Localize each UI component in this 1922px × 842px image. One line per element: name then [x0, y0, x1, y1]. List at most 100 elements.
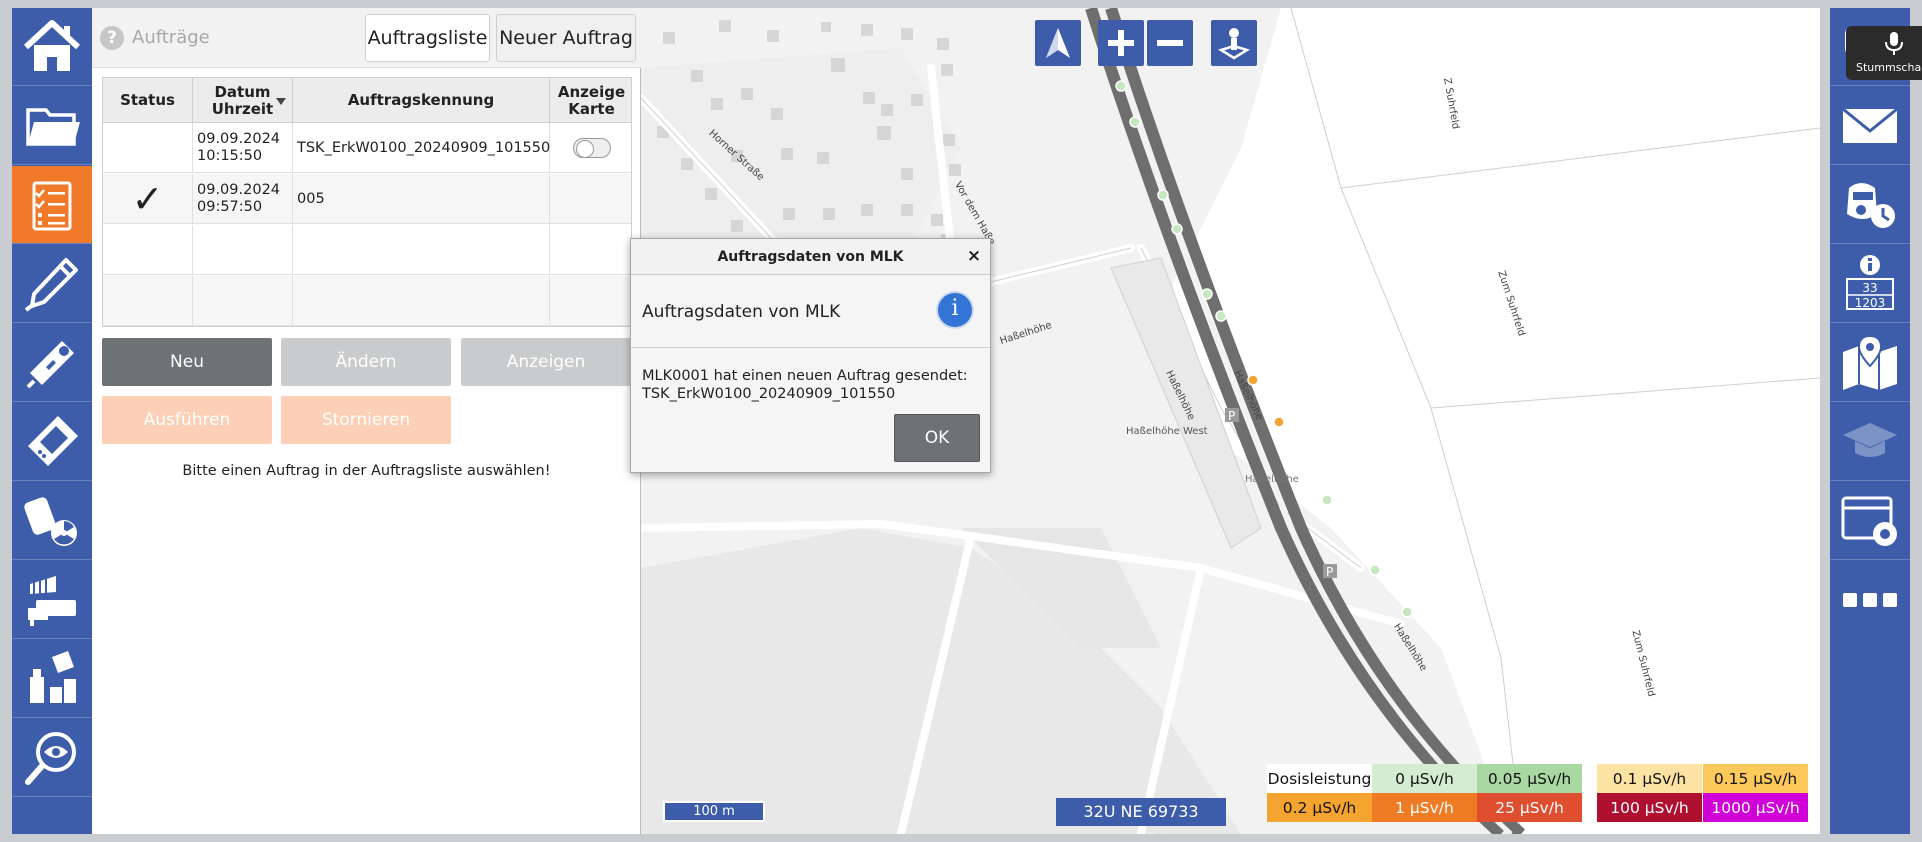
street-label: Haßelhöhe West	[1126, 426, 1208, 437]
north-arrow-button[interactable]	[1035, 20, 1081, 66]
row-date: 09.09.2024	[197, 131, 281, 147]
dialog-message-line1: MLK0001 hat einen neuen Auftrag gesendet…	[642, 368, 968, 384]
tab-order-list[interactable]: Auftragsliste	[365, 14, 490, 62]
panel-header: ? Aufträge Auftragsliste Neuer Auftrag	[92, 8, 641, 68]
sidebar-settings[interactable]	[1830, 482, 1910, 560]
col-show-map-line2: Karte	[568, 99, 615, 118]
map-coordinate: 32U NE 69733 09976	[1056, 798, 1226, 834]
microphone-icon	[1885, 32, 1903, 55]
street-label: Haßelhöhe	[1245, 474, 1299, 485]
locate-button[interactable]	[1211, 20, 1257, 66]
sidebar-home[interactable]	[12, 8, 92, 86]
row-map-cell	[550, 123, 631, 173]
edit-button[interactable]: Ändern	[281, 338, 451, 386]
row-map-cell	[550, 174, 631, 224]
sidebar-map[interactable]	[1830, 324, 1910, 402]
sidebar-vehicle-time[interactable]	[1830, 166, 1910, 244]
table-row[interactable]: ✓ 09.09.2024 09:57:50 005	[103, 174, 631, 224]
close-icon[interactable]: ×	[965, 247, 983, 265]
table-header: Status Datum Uhrzeit Auftragskennung Anz…	[103, 78, 631, 123]
col-status[interactable]: Status	[103, 78, 193, 123]
sample-bottles-icon	[30, 650, 76, 703]
row-order-id: TSK_ErkW0100_20240909_101550	[293, 123, 550, 173]
training-cap-icon	[1843, 422, 1897, 457]
order-table: Status Datum Uhrzeit Auftragskennung Anz…	[102, 77, 632, 327]
sidebar-dosimeter[interactable]	[12, 482, 92, 560]
row-time: 10:15:50	[197, 148, 263, 164]
legend-item: 25 µSv/h	[1477, 793, 1582, 822]
legend-item: 1000 µSv/h	[1703, 793, 1808, 822]
ok-button[interactable]: OK	[894, 414, 980, 462]
table-row-empty	[103, 225, 631, 275]
dialog-header: Auftragsdaten von MLK	[642, 302, 841, 322]
left-sidebar	[12, 8, 92, 834]
sidebar-probe-pen[interactable]	[12, 245, 92, 323]
sidebar-sampler[interactable]	[12, 561, 92, 639]
app-root: ? Aufträge Auftragsliste Neuer Auftrag S…	[0, 0, 1922, 842]
sidebar-probe-meter[interactable]	[12, 324, 92, 402]
vehicle-clock-icon	[1847, 182, 1895, 228]
help-icon[interactable]: ?	[100, 26, 124, 50]
mute-tooltip: Stummschal	[1846, 26, 1922, 80]
execute-button[interactable]: Ausführen	[102, 396, 272, 444]
svg-text:P: P	[1228, 409, 1235, 423]
dialog-separator	[631, 347, 990, 348]
row-date: 09.09.2024	[197, 182, 281, 198]
tab-new-order[interactable]: Neuer Auftrag	[496, 14, 636, 62]
col-datetime-line2: Uhrzeit	[211, 99, 274, 118]
pen-probe-icon	[24, 257, 78, 312]
row-status	[103, 123, 193, 173]
sidebar-info-counter[interactable]: 33 1203	[1830, 245, 1910, 323]
dialog-titlebar[interactable]: Auftragsdaten von MLK ×	[631, 239, 990, 275]
row-datetime: 09.09.2024 09:57:50	[193, 174, 293, 224]
wind-sampler-icon	[28, 575, 76, 626]
map-pin-icon	[1843, 334, 1897, 390]
show-button[interactable]: Anzeigen	[461, 338, 631, 386]
sidebar-mail[interactable]	[1830, 87, 1910, 165]
legend-item: 1 µSv/h	[1372, 793, 1477, 822]
col-datetime[interactable]: Datum Uhrzeit	[193, 78, 293, 123]
legend-item: 0.2 µSv/h	[1267, 793, 1372, 822]
legend-item: 0.15 µSv/h	[1703, 764, 1808, 793]
table-row[interactable]: 09.09.2024 10:15:50 TSK_ErkW0100_2024090…	[103, 123, 631, 173]
sidebar-orders[interactable]	[12, 166, 92, 244]
selection-hint: Bitte einen Auftrag in der Auftragsliste…	[182, 463, 551, 479]
table-row-empty	[103, 276, 631, 326]
right-sidebar: 33 1203	[1830, 8, 1910, 834]
map-scale: 100 m	[663, 801, 765, 822]
sidebar-files[interactable]	[12, 87, 92, 165]
sidebar-training[interactable]	[1830, 403, 1910, 481]
sidebar-observe[interactable]	[12, 719, 92, 797]
svg-text:P: P	[1326, 565, 1333, 579]
sidebar-handheld[interactable]	[12, 403, 92, 481]
orders-panel: ? Aufträge Auftragsliste Neuer Auftrag S…	[92, 8, 641, 834]
minus-icon	[1157, 40, 1183, 46]
location-person-icon	[1217, 28, 1251, 60]
legend-item: 0 µSv/h	[1372, 764, 1477, 793]
sidebar-more[interactable]	[1830, 561, 1910, 639]
probe-meter-icon	[26, 340, 74, 388]
show-on-map-toggle[interactable]	[572, 138, 611, 158]
home-icon	[23, 19, 81, 71]
cancel-order-button[interactable]: Stornieren	[281, 396, 451, 444]
dialog-message: MLK0001 hat einen neuen Auftrag gesendet…	[642, 367, 968, 403]
zoom-out-button[interactable]	[1147, 20, 1193, 66]
svg-text:1203: 1203	[1855, 296, 1886, 310]
dialog-message-line2: TSK_ErkW0100_20240909_101550	[642, 386, 896, 402]
legend-item: 100 µSv/h	[1597, 793, 1702, 822]
sidebar-samples[interactable]	[12, 640, 92, 718]
panel-title: Aufträge	[132, 27, 210, 48]
info-counter-icon: 331203	[1846, 254, 1894, 310]
new-button[interactable]: Neu	[102, 338, 272, 386]
zoom-in-button[interactable]	[1098, 20, 1144, 66]
col-show-map[interactable]: Anzeige Karte	[550, 78, 631, 123]
legend-item: 0.05 µSv/h	[1477, 764, 1582, 793]
row-datetime: 09.09.2024 10:15:50	[193, 123, 293, 173]
col-order-id[interactable]: Auftragskennung	[293, 78, 550, 123]
search-eye-icon	[25, 731, 76, 785]
info-icon: i	[936, 291, 974, 329]
legend-title: Dosisleistung	[1267, 764, 1372, 793]
plus-icon	[1108, 30, 1134, 56]
row-time: 09:57:50	[197, 199, 263, 215]
more-icon	[1843, 593, 1897, 607]
